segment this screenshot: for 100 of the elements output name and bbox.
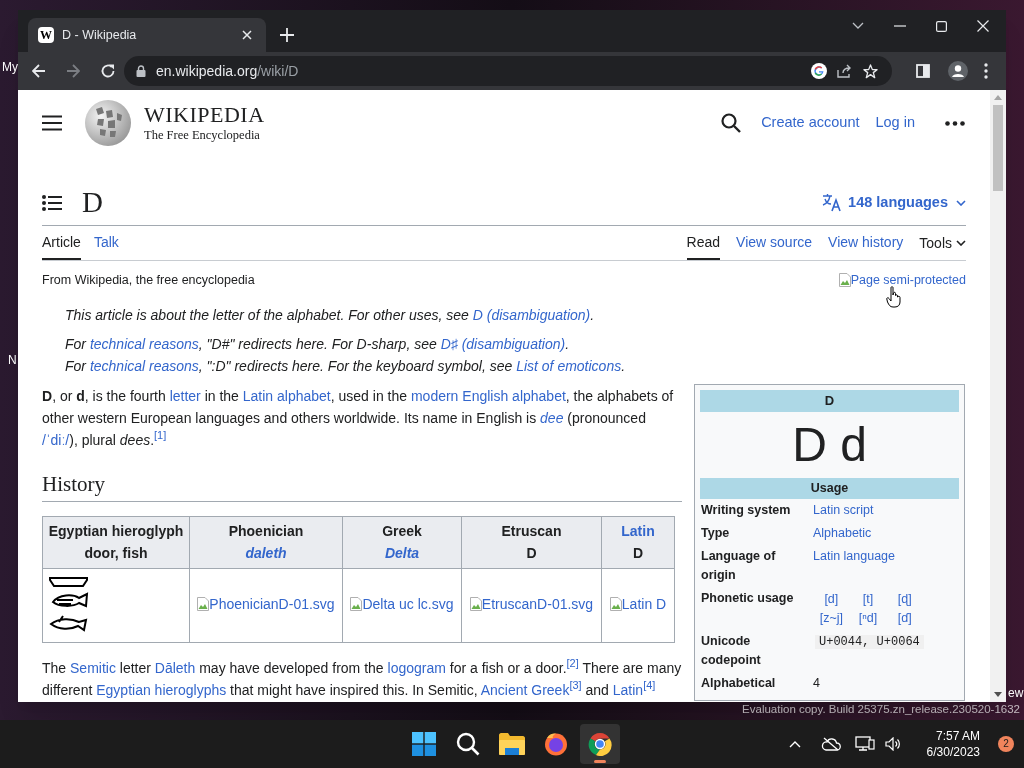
- header-link[interactable]: Delta: [384, 545, 420, 562]
- chevron-down-icon[interactable]: [852, 22, 864, 30]
- tools-dropdown[interactable]: Tools: [919, 226, 966, 260]
- side-panel-icon[interactable]: [916, 64, 930, 78]
- contents-icon[interactable]: [42, 194, 62, 211]
- lock-icon[interactable]: [136, 65, 146, 77]
- close-icon[interactable]: [242, 30, 252, 40]
- close-icon[interactable]: [977, 20, 989, 32]
- text-link[interactable]: dee: [540, 409, 564, 426]
- chevron-down-icon: [956, 240, 966, 246]
- hand-cursor-icon: [886, 286, 902, 308]
- wikipedia-wordmark[interactable]: WIKIPEDIA: [144, 104, 265, 127]
- text-link[interactable]: /ˈdiː/: [42, 431, 70, 448]
- header-link[interactable]: Log in: [875, 112, 915, 134]
- chevron-up-icon[interactable]: [788, 740, 801, 748]
- languages-button[interactable]: 148 languages: [822, 191, 966, 214]
- back-icon[interactable]: [32, 64, 46, 78]
- page-tab[interactable]: View history: [828, 226, 904, 260]
- phonetic-link[interactable]: [ɖ]: [886, 589, 923, 609]
- start-icon[interactable]: [412, 732, 436, 756]
- broken-image-icon: [197, 597, 210, 611]
- phonetic-link[interactable]: [d]: [813, 589, 850, 609]
- text-link[interactable]: Dāleth: [154, 659, 196, 676]
- text-link[interactable]: Egyptian hieroglyphs: [96, 681, 227, 698]
- url-text: en.wikipedia.org/wiki/D: [156, 61, 300, 81]
- chrome-icon[interactable]: [588, 732, 612, 756]
- text-link[interactable]: D (disambiguation): [472, 306, 591, 323]
- more-icon[interactable]: [945, 120, 965, 126]
- text-link[interactable]: letter: [169, 387, 201, 404]
- search-icon[interactable]: [721, 113, 742, 133]
- reload-icon[interactable]: [100, 63, 116, 79]
- infobox-link[interactable]: Latin language: [813, 548, 896, 563]
- broken-image-icon: [350, 597, 363, 611]
- share-icon[interactable]: [837, 64, 853, 78]
- page-tab[interactable]: View source: [736, 226, 813, 260]
- search-icon[interactable]: [456, 732, 480, 756]
- desktop-icon-label[interactable]: ew: [1008, 684, 1024, 702]
- profile-icon[interactable]: [948, 61, 968, 81]
- footnote-link[interactable]: [2]: [566, 657, 579, 670]
- text-link[interactable]: logogram: [387, 659, 446, 676]
- scrollbar-thumb[interactable]: [993, 105, 1003, 191]
- volume-icon[interactable]: [884, 737, 901, 751]
- text-link[interactable]: modern English alphabet: [410, 387, 566, 404]
- page-tab[interactable]: Article: [42, 226, 81, 260]
- phonetic-link[interactable]: [ɗ]: [886, 608, 923, 628]
- footnote-link[interactable]: [4]: [643, 679, 656, 692]
- header-link[interactable]: Latin: [621, 523, 655, 540]
- hatnote: This article is about the letter of the alphabet. For other uses, see D (disambiguation).: [65, 305, 595, 325]
- text-link[interactable]: Ancient Greek: [480, 681, 570, 698]
- text-link[interactable]: D♯ (disambiguation): [440, 335, 566, 352]
- page-tab[interactable]: Read: [686, 226, 721, 260]
- phonetic-link[interactable]: [ⁿd]: [849, 608, 887, 628]
- text-link[interactable]: Latin: [612, 681, 644, 698]
- translate-icon: [822, 193, 843, 212]
- maximize-icon[interactable]: [936, 20, 947, 32]
- infobox-link[interactable]: Latin script: [813, 502, 874, 517]
- section-heading: History: [42, 468, 682, 502]
- network-icon[interactable]: [854, 736, 875, 752]
- header-link[interactable]: Create account: [761, 112, 860, 134]
- table-header-cell: Phoenician daleth: [189, 516, 343, 569]
- infobox-label: Type: [700, 524, 731, 542]
- table-header-cell: Etruscan D: [461, 516, 602, 569]
- globe-logo-icon[interactable]: [84, 99, 132, 147]
- footnote-link[interactable]: [1]: [154, 429, 167, 442]
- text-link[interactable]: technical reasons: [89, 335, 199, 352]
- firefox-icon[interactable]: [544, 732, 568, 756]
- infobox-label: Writing system: [700, 501, 792, 519]
- menu-icon[interactable]: [984, 63, 988, 79]
- text-link[interactable]: Semitic: [70, 659, 116, 676]
- tab-title: D - Wikipedia: [62, 26, 138, 44]
- clock[interactable]: 7:57 AM 6/30/2023: [926, 728, 980, 760]
- google-icon[interactable]: [811, 63, 827, 79]
- infobox-label: Alphabetical: [700, 674, 777, 692]
- intro-paragraph: D, or d, is the fourth letter in the Latin alphabet, used in the modern English alphabet, the alphabets of other western European languages and others worldwide. Its name in English is dee (pronounced /ˈdiː/), plural dees.$^{[1]}$: [42, 386, 675, 450]
- folder-icon[interactable]: [499, 733, 525, 755]
- wikipedia-tagline: The Free Encyclopedia: [144, 129, 261, 142]
- active-indicator: [594, 760, 606, 763]
- page-tab[interactable]: Talk: [93, 226, 119, 260]
- phonetic-link[interactable]: [z~j]: [813, 608, 850, 628]
- forward-icon[interactable]: [66, 64, 80, 78]
- address-bar[interactable]: en.wikipedia.org/wiki/D: [124, 56, 892, 86]
- protection-image-link[interactable]: Page semi-protected: [838, 271, 966, 290]
- text-link[interactable]: Latin alphabet: [242, 387, 331, 404]
- browser-tab[interactable]: W D - Wikipedia: [28, 18, 266, 52]
- infobox-value: 4: [813, 675, 820, 690]
- desktop-icon-label[interactable]: My: [2, 58, 18, 76]
- cloud-off-icon[interactable]: [820, 737, 841, 751]
- text-link[interactable]: technical reasons: [89, 357, 199, 374]
- infobox-label: Phonetic usage: [700, 589, 795, 607]
- desktop-icon-label[interactable]: N: [8, 351, 17, 369]
- phonetic-link[interactable]: [t]: [849, 589, 887, 609]
- new-tab-icon[interactable]: [280, 28, 294, 42]
- header-link[interactable]: daleth: [245, 545, 287, 562]
- star-icon[interactable]: [863, 63, 878, 79]
- footnote-link[interactable]: [3]: [569, 679, 582, 692]
- infobox-link[interactable]: Alphabetic: [813, 525, 872, 540]
- notification-badge[interactable]: 2: [998, 736, 1014, 752]
- menu-icon[interactable]: [42, 115, 62, 131]
- history-paragraph: The Semitic letter Dāleth may have developed from the logogram for a fish or a door.$^{[2]}$ There are many different Egyptian hieroglyphs that might have inspired this. In Semitic, Ancient Greek$^{[3]}$ and Latin$^{[4]}$: [42, 656, 682, 700]
- scroll-down-icon[interactable]: [994, 692, 1002, 697]
